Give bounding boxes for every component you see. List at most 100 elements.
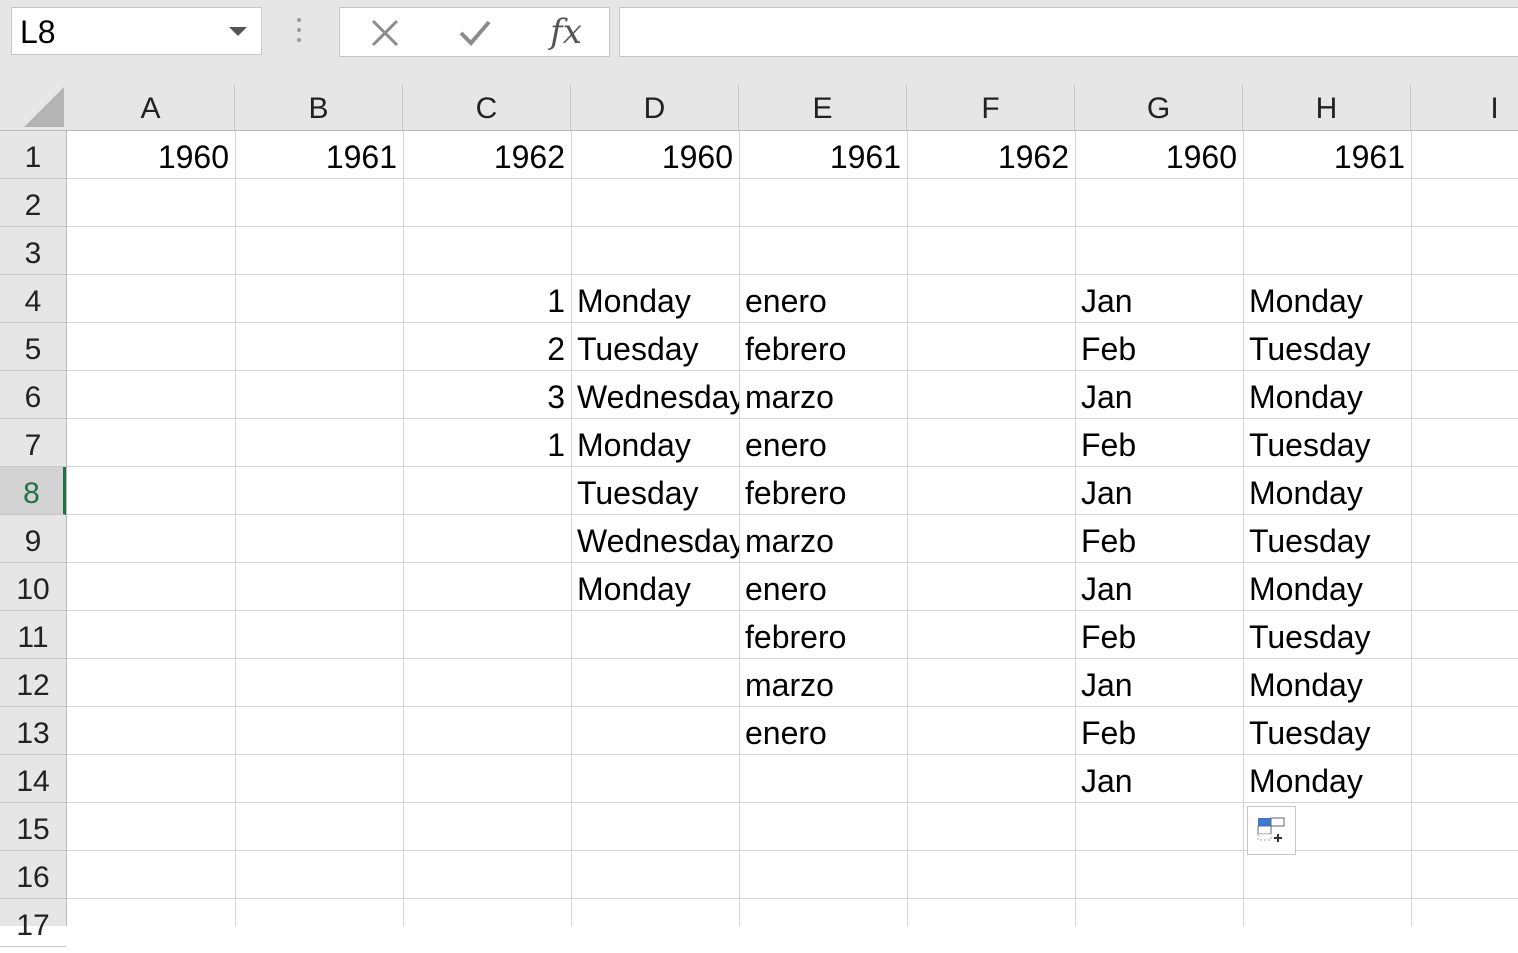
cell-g4[interactable]: Jan [1075,275,1243,322]
cell-g8[interactable]: Jan [1075,467,1243,514]
row-header-7[interactable]: 7 [0,419,66,467]
cell-e12[interactable]: marzo [739,659,907,706]
cell-c7[interactable]: 1 [403,419,571,466]
row-header-2[interactable]: 2 [0,179,66,227]
row-gridline [67,226,1518,227]
cell-h13[interactable]: Tuesday [1243,707,1411,754]
autofill-options-button[interactable] [1247,806,1296,855]
cell-g12[interactable]: Jan [1075,659,1243,706]
cell-e4[interactable]: enero [739,275,907,322]
enter-button[interactable] [445,8,505,56]
cell-c1[interactable]: 1962 [403,131,571,178]
column-header-d[interactable]: D [571,84,739,130]
insert-function-button[interactable]: fx [536,8,596,56]
cell-g10[interactable]: Jan [1075,563,1243,610]
column-header-f[interactable]: F [907,84,1075,130]
cell-d7[interactable]: Monday [571,419,739,466]
cell-grid[interactable]: 1960 1961 1962 1960 1961 1962 1960 1961 1 2 3 1 Mond… [67,131,1518,926]
row-header-17[interactable]: 17 [0,899,66,947]
column-gridline [1411,131,1412,926]
cell-h4[interactable]: Monday [1243,275,1411,322]
cell-a1[interactable]: 1960 [67,131,235,178]
name-box[interactable]: L8 [11,7,262,55]
vertical-dots-icon[interactable] [297,18,303,48]
cell-g6[interactable]: Jan [1075,371,1243,418]
row-header-13[interactable]: 13 [0,707,66,755]
row-gridline [67,802,1518,803]
cancel-button[interactable] [355,8,415,56]
row-header-4[interactable]: 4 [0,275,66,323]
column-gridline [403,131,404,926]
cell-g14[interactable]: Jan [1075,755,1243,802]
row-header-12[interactable]: 12 [0,659,66,707]
cell-e9[interactable]: marzo [739,515,907,562]
formula-input[interactable] [619,7,1518,57]
cell-e8[interactable]: febrero [739,467,907,514]
cell-e10[interactable]: enero [739,563,907,610]
cell-h14[interactable]: Monday [1243,755,1411,802]
row-gridline [67,898,1518,899]
cell-g13[interactable]: Feb [1075,707,1243,754]
row-header-16[interactable]: 16 [0,851,66,899]
formula-bar-area: L8 fx [0,0,1518,84]
cell-d4[interactable]: Monday [571,275,739,322]
autofill-options-icon [1257,817,1285,842]
cell-h5[interactable]: Tuesday [1243,323,1411,370]
cell-c4[interactable]: 1 [403,275,571,322]
row-header-6[interactable]: 6 [0,371,66,419]
column-header-a[interactable]: A [67,84,235,130]
cell-h10[interactable]: Monday [1243,563,1411,610]
column-header-h[interactable]: H [1243,84,1411,130]
cell-g5[interactable]: Feb [1075,323,1243,370]
cell-d8[interactable]: Tuesday [571,467,739,514]
row-header-9[interactable]: 9 [0,515,66,563]
row-header-14[interactable]: 14 [0,755,66,803]
cell-d10[interactable]: Monday [571,563,739,610]
cell-c6[interactable]: 3 [403,371,571,418]
row-header-8[interactable]: 8 [0,467,66,515]
row-header-5[interactable]: 5 [0,323,66,371]
cell-g11[interactable]: Feb [1075,611,1243,658]
cell-h7[interactable]: Tuesday [1243,419,1411,466]
row-header-3[interactable]: 3 [0,227,66,275]
cell-h8[interactable]: Monday [1243,467,1411,514]
cell-h12[interactable]: Monday [1243,659,1411,706]
cell-g1[interactable]: 1960 [1075,131,1243,178]
cell-h11[interactable]: Tuesday [1243,611,1411,658]
cell-e13[interactable]: enero [739,707,907,754]
cell-e11[interactable]: febrero [739,611,907,658]
cell-d6[interactable]: Wednesday [571,371,739,418]
column-header-b[interactable]: B [235,84,403,130]
column-header-e[interactable]: E [739,84,907,130]
select-all-button[interactable] [0,84,67,130]
column-gridline [235,131,236,926]
column-header-c[interactable]: C [403,84,571,130]
cell-d9[interactable]: Wednesday [571,515,739,562]
row-header-1[interactable]: 1 [0,131,66,179]
cell-f1[interactable]: 1962 [907,131,1075,178]
cell-c5[interactable]: 2 [403,323,571,370]
row-header-10[interactable]: 10 [0,563,66,611]
column-header-i[interactable]: I [1411,84,1518,130]
column-gridline [907,131,908,926]
cell-e6[interactable]: marzo [739,371,907,418]
cell-h1[interactable]: 1961 [1243,131,1411,178]
fx-icon: fx [550,12,582,52]
cell-h9[interactable]: Tuesday [1243,515,1411,562]
cell-e5[interactable]: febrero [739,323,907,370]
column-headers: ABCDEFGHI [0,84,1518,131]
cell-h6[interactable]: Monday [1243,371,1411,418]
column-header-g[interactable]: G [1075,84,1243,130]
cell-g7[interactable]: Feb [1075,419,1243,466]
cell-d1[interactable]: 1960 [571,131,739,178]
cell-d5[interactable]: Tuesday [571,323,739,370]
cell-g9[interactable]: Feb [1075,515,1243,562]
row-gridline [67,850,1518,851]
check-icon [459,20,491,46]
row-header-11[interactable]: 11 [0,611,66,659]
cell-e7[interactable]: enero [739,419,907,466]
cell-b1[interactable]: 1961 [235,131,403,178]
chevron-down-icon[interactable] [229,27,247,36]
cell-e1[interactable]: 1961 [739,131,907,178]
row-header-15[interactable]: 15 [0,803,66,851]
